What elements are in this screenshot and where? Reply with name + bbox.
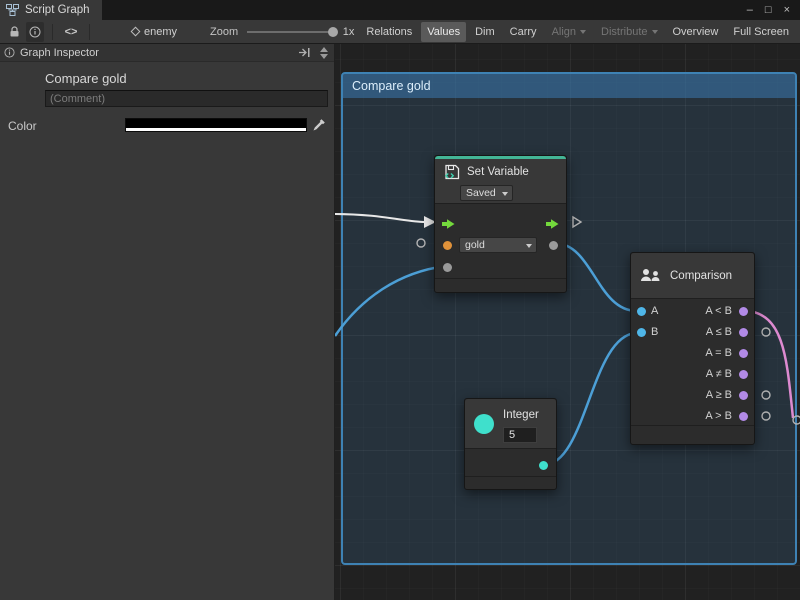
node-footer-divider [435, 278, 566, 279]
output-port-a-gt-b[interactable] [739, 412, 748, 421]
integer-value-field[interactable]: 5 [503, 427, 537, 443]
minimize-button[interactable]: – [747, 4, 753, 16]
graph-title: Compare gold [45, 71, 127, 86]
arrow-up-icon [320, 47, 328, 52]
flow-output-port[interactable] [545, 218, 560, 230]
zoom-value: 1x [343, 26, 355, 38]
comparison-row: A = B [631, 343, 754, 364]
output-port-a-ne-b[interactable] [739, 370, 748, 379]
lock-icon[interactable] [5, 22, 23, 42]
group-title: Compare gold [352, 79, 431, 93]
output-port-a-eq-b[interactable] [739, 349, 748, 358]
zoom-label: Zoom [210, 26, 238, 38]
node-title: Set Variable [467, 166, 529, 178]
node-integer[interactable]: Integer 5 [464, 398, 557, 490]
distribute-button[interactable]: Distribute [595, 22, 663, 42]
dock-icon[interactable] [298, 47, 311, 58]
info-icon [4, 47, 15, 58]
variable-scope-dropdown[interactable]: Saved [460, 185, 513, 201]
carry-button[interactable]: Carry [504, 22, 543, 42]
chevron-down-icon [502, 192, 508, 196]
script-graph-icon [6, 4, 19, 16]
node-set-variable[interactable]: Set Variable Saved gold [434, 155, 567, 293]
graph-inspector-header[interactable]: Graph Inspector [0, 44, 334, 62]
output-label-a-ne-b: A ≠ B [706, 368, 732, 380]
value-input-port[interactable] [443, 263, 452, 272]
pane-resize-arrows[interactable] [320, 47, 330, 59]
output-label-a-eq-b: A = B [705, 347, 732, 359]
alpha-bar [126, 128, 306, 131]
padlock-icon [9, 26, 20, 38]
comparison-row: A ≥ B [631, 385, 754, 406]
input-label-a: A [651, 305, 658, 317]
graph-canvas[interactable]: Compare gold Set [335, 44, 800, 600]
node-footer-divider [631, 425, 754, 426]
variable-name-port[interactable] [443, 241, 452, 250]
node-comparison[interactable]: Comparison A A < B B A ≤ B A = B A ≠ B [630, 252, 755, 445]
integer-icon [474, 414, 494, 434]
graph-asset-icon [131, 27, 141, 37]
dim-button[interactable]: Dim [469, 22, 501, 42]
comparison-row: B A ≤ B [631, 322, 754, 343]
toolbar-separator [89, 24, 90, 40]
window-controls: – □ × [747, 0, 800, 20]
arrow-down-icon [320, 54, 328, 59]
zoom-slider-handle[interactable] [328, 27, 338, 37]
unity-script-graph-window: Script Graph – □ × <> enemy [0, 0, 800, 600]
node-footer-divider [465, 476, 556, 477]
comment-input[interactable] [45, 90, 328, 107]
eyedropper-icon[interactable] [311, 117, 327, 133]
tab-script-graph[interactable]: Script Graph [0, 0, 102, 20]
chevron-down-icon [526, 244, 532, 248]
values-button[interactable]: Values [421, 22, 466, 42]
overview-button[interactable]: Overview [667, 22, 725, 42]
graph-asset-name: enemy [144, 26, 177, 38]
output-label-a-lt-b: A < B [705, 305, 732, 317]
color-field[interactable] [125, 118, 307, 132]
comparison-row: A ≠ B [631, 364, 754, 385]
zoom-slider[interactable] [247, 22, 334, 42]
zoom-slider-track[interactable] [247, 31, 334, 33]
inspector-toggle-button[interactable] [26, 22, 44, 42]
output-label-a-ge-b: A ≥ B [706, 389, 732, 401]
value-output-port[interactable] [549, 241, 558, 250]
node-title: Comparison [670, 270, 732, 282]
full-screen-button[interactable]: Full Screen [727, 22, 795, 42]
close-button[interactable]: × [784, 4, 790, 16]
chevron-down-icon [652, 30, 658, 34]
window-tab-bar: Script Graph – □ × [0, 0, 800, 20]
node-header[interactable]: Comparison [631, 253, 754, 299]
graph-toolbar: <> enemy Zoom 1x Relations Values Dim Ca… [0, 20, 800, 44]
comparison-row: A > B [631, 406, 754, 427]
graph-inspector-panel: Graph Inspector Compare gold Color [0, 44, 335, 600]
output-port-a-ge-b[interactable] [739, 391, 748, 400]
code-icon[interactable]: <> [61, 22, 81, 42]
input-label-b: B [651, 326, 658, 338]
input-port-b[interactable] [637, 328, 646, 337]
info-icon [29, 26, 41, 38]
node-title: Integer [503, 409, 539, 421]
output-label-a-gt-b: A > B [705, 410, 732, 422]
comparison-row: A A < B [631, 301, 754, 322]
inspector-header-title: Graph Inspector [20, 47, 99, 59]
tab-title: Script Graph [25, 4, 90, 16]
chevron-down-icon [580, 30, 586, 34]
toolbar-separator [52, 24, 53, 40]
output-label-a-le-b: A ≤ B [706, 326, 732, 338]
maximize-button[interactable]: □ [765, 4, 772, 16]
variable-name-dropdown[interactable]: gold [459, 237, 537, 253]
output-port-a-lt-b[interactable] [739, 307, 748, 316]
relations-button[interactable]: Relations [360, 22, 418, 42]
save-variable-icon [443, 163, 461, 181]
integer-output-port[interactable] [539, 461, 548, 470]
comparison-icon [640, 268, 662, 284]
flow-input-port[interactable] [441, 218, 456, 230]
input-port-a[interactable] [637, 307, 646, 316]
graph-asset-reference[interactable]: enemy [132, 26, 177, 38]
align-button[interactable]: Align [546, 22, 592, 42]
output-port-a-le-b[interactable] [739, 328, 748, 337]
group-header[interactable]: Compare gold [343, 74, 795, 98]
color-label: Color [8, 119, 37, 133]
